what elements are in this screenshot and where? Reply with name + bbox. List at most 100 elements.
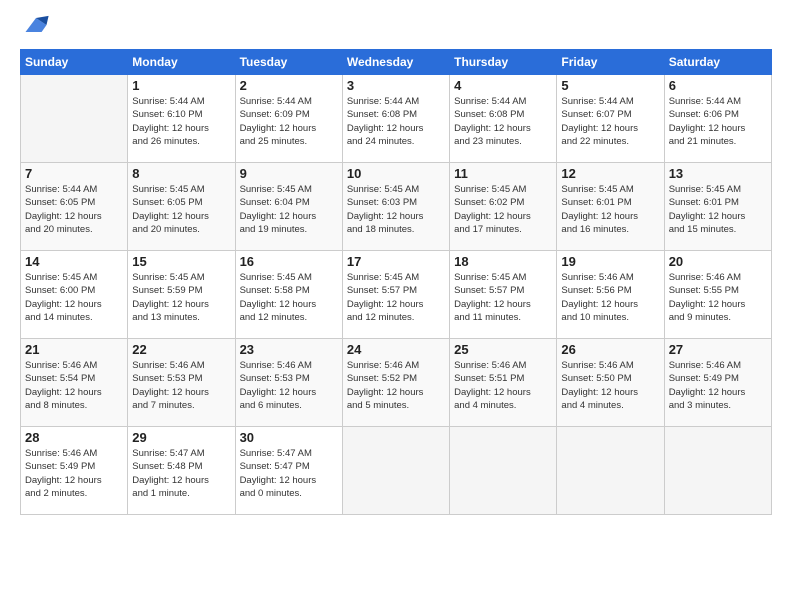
weekday-header-row: SundayMondayTuesdayWednesdayThursdayFrid… bbox=[21, 50, 772, 75]
day-number: 11 bbox=[454, 166, 552, 181]
page-container: SundayMondayTuesdayWednesdayThursdayFrid… bbox=[0, 0, 792, 612]
day-info: Sunrise: 5:46 AM Sunset: 5:54 PM Dayligh… bbox=[25, 359, 123, 412]
day-number: 10 bbox=[347, 166, 445, 181]
calendar-cell: 22 Sunrise: 5:46 AM Sunset: 5:53 PM Dayli… bbox=[128, 339, 235, 427]
calendar-cell: 9 Sunrise: 5:45 AM Sunset: 6:04 PM Daylig… bbox=[235, 163, 342, 251]
day-number: 1 bbox=[132, 78, 230, 93]
day-info: Sunrise: 5:45 AM Sunset: 6:01 PM Dayligh… bbox=[561, 183, 659, 236]
calendar-cell: 12 Sunrise: 5:45 AM Sunset: 6:01 PM Dayli… bbox=[557, 163, 664, 251]
calendar-cell: 24Sunrise: 5:46 AM Sunset: 5:52 PM Dayli… bbox=[342, 339, 449, 427]
day-number: 21 bbox=[25, 342, 123, 357]
calendar-cell: 5 Sunrise: 5:44 AM Sunset: 6:07 PM Daylig… bbox=[557, 75, 664, 163]
calendar-week-3: 14 Sunrise: 5:45 AM Sunset: 6:00 PM Dayli… bbox=[21, 251, 772, 339]
calendar-cell: 4 Sunrise: 5:44 AM Sunset: 6:08 PM Daylig… bbox=[450, 75, 557, 163]
calendar-cell bbox=[557, 427, 664, 515]
day-number: 4 bbox=[454, 78, 552, 93]
day-info: Sunrise: 5:45 AM Sunset: 6:02 PM Dayligh… bbox=[454, 183, 552, 236]
calendar-cell: 30 Sunrise: 5:47 AM Sunset: 5:47 PM Dayli… bbox=[235, 427, 342, 515]
day-info: Sunrise: 5:46 AM Sunset: 5:51 PM Dayligh… bbox=[454, 359, 552, 412]
day-info: Sunrise: 5:47 AM Sunset: 5:47 PM Dayligh… bbox=[240, 447, 338, 500]
day-info: Sunrise: 5:46 AM Sunset: 5:50 PM Dayligh… bbox=[561, 359, 659, 412]
calendar-cell: 13 Sunrise: 5:45 AM Sunset: 6:01 PM Dayli… bbox=[664, 163, 771, 251]
calendar-cell bbox=[664, 427, 771, 515]
day-number: 20 bbox=[669, 254, 767, 269]
day-info: Sunrise: 5:46 AM Sunset: 5:53 PM Dayligh… bbox=[132, 359, 230, 412]
calendar-cell bbox=[342, 427, 449, 515]
day-number: 6 bbox=[669, 78, 767, 93]
calendar-cell: 8Sunrise: 5:45 AM Sunset: 6:05 PM Daylig… bbox=[128, 163, 235, 251]
day-info: Sunrise: 5:44 AM Sunset: 6:08 PM Dayligh… bbox=[347, 95, 445, 148]
day-info: Sunrise: 5:47 AM Sunset: 5:48 PM Dayligh… bbox=[132, 447, 230, 500]
calendar-cell: 19 Sunrise: 5:46 AM Sunset: 5:56 PM Dayli… bbox=[557, 251, 664, 339]
day-number: 13 bbox=[669, 166, 767, 181]
day-info: Sunrise: 5:46 AM Sunset: 5:55 PM Dayligh… bbox=[669, 271, 767, 324]
day-number: 14 bbox=[25, 254, 123, 269]
calendar-cell: 17 Sunrise: 5:45 AM Sunset: 5:57 PM Dayli… bbox=[342, 251, 449, 339]
day-info: Sunrise: 5:45 AM Sunset: 5:59 PM Dayligh… bbox=[132, 271, 230, 324]
calendar-cell bbox=[21, 75, 128, 163]
day-number: 25 bbox=[454, 342, 552, 357]
day-info: Sunrise: 5:45 AM Sunset: 5:57 PM Dayligh… bbox=[454, 271, 552, 324]
day-number: 5 bbox=[561, 78, 659, 93]
calendar-cell: 7 Sunrise: 5:44 AM Sunset: 6:05 PM Daylig… bbox=[21, 163, 128, 251]
day-number: 19 bbox=[561, 254, 659, 269]
day-number: 26 bbox=[561, 342, 659, 357]
day-number: 29 bbox=[132, 430, 230, 445]
calendar-cell: 21 Sunrise: 5:46 AM Sunset: 5:54 PM Dayli… bbox=[21, 339, 128, 427]
day-number: 27 bbox=[669, 342, 767, 357]
calendar-week-5: 28 Sunrise: 5:46 AM Sunset: 5:49 PM Dayli… bbox=[21, 427, 772, 515]
day-number: 24 bbox=[347, 342, 445, 357]
day-number: 30 bbox=[240, 430, 338, 445]
day-info: Sunrise: 5:45 AM Sunset: 5:57 PM Dayligh… bbox=[347, 271, 445, 324]
day-number: 7 bbox=[25, 166, 123, 181]
day-number: 12 bbox=[561, 166, 659, 181]
day-info: Sunrise: 5:45 AM Sunset: 6:01 PM Dayligh… bbox=[669, 183, 767, 236]
logo-icon bbox=[22, 11, 50, 39]
calendar-cell: 2Sunrise: 5:44 AM Sunset: 6:09 PM Daylig… bbox=[235, 75, 342, 163]
day-number: 22 bbox=[132, 342, 230, 357]
day-info: Sunrise: 5:45 AM Sunset: 6:03 PM Dayligh… bbox=[347, 183, 445, 236]
calendar-cell: 11 Sunrise: 5:45 AM Sunset: 6:02 PM Dayli… bbox=[450, 163, 557, 251]
calendar-week-1: 1Sunrise: 5:44 AM Sunset: 6:10 PM Daylig… bbox=[21, 75, 772, 163]
day-number: 9 bbox=[240, 166, 338, 181]
calendar-week-4: 21 Sunrise: 5:46 AM Sunset: 5:54 PM Dayli… bbox=[21, 339, 772, 427]
day-info: Sunrise: 5:44 AM Sunset: 6:07 PM Dayligh… bbox=[561, 95, 659, 148]
calendar-cell: 26 Sunrise: 5:46 AM Sunset: 5:50 PM Dayli… bbox=[557, 339, 664, 427]
calendar-cell: 6 Sunrise: 5:44 AM Sunset: 6:06 PM Daylig… bbox=[664, 75, 771, 163]
day-info: Sunrise: 5:46 AM Sunset: 5:53 PM Dayligh… bbox=[240, 359, 338, 412]
calendar-cell bbox=[450, 427, 557, 515]
calendar-cell: 10 Sunrise: 5:45 AM Sunset: 6:03 PM Dayli… bbox=[342, 163, 449, 251]
day-info: Sunrise: 5:45 AM Sunset: 5:58 PM Dayligh… bbox=[240, 271, 338, 324]
calendar-cell: 14 Sunrise: 5:45 AM Sunset: 6:00 PM Dayli… bbox=[21, 251, 128, 339]
day-number: 3 bbox=[347, 78, 445, 93]
day-number: 15 bbox=[132, 254, 230, 269]
day-info: Sunrise: 5:46 AM Sunset: 5:56 PM Dayligh… bbox=[561, 271, 659, 324]
page-header bbox=[20, 15, 772, 39]
calendar-cell: 1Sunrise: 5:44 AM Sunset: 6:10 PM Daylig… bbox=[128, 75, 235, 163]
day-info: Sunrise: 5:44 AM Sunset: 6:08 PM Dayligh… bbox=[454, 95, 552, 148]
calendar-cell: 27Sunrise: 5:46 AM Sunset: 5:49 PM Dayli… bbox=[664, 339, 771, 427]
day-number: 28 bbox=[25, 430, 123, 445]
calendar-cell: 25 Sunrise: 5:46 AM Sunset: 5:51 PM Dayli… bbox=[450, 339, 557, 427]
day-number: 17 bbox=[347, 254, 445, 269]
day-number: 16 bbox=[240, 254, 338, 269]
weekday-header-sunday: Sunday bbox=[21, 50, 128, 75]
day-info: Sunrise: 5:45 AM Sunset: 6:05 PM Dayligh… bbox=[132, 183, 230, 236]
calendar-table: SundayMondayTuesdayWednesdayThursdayFrid… bbox=[20, 49, 772, 515]
day-info: Sunrise: 5:45 AM Sunset: 6:04 PM Dayligh… bbox=[240, 183, 338, 236]
weekday-header-monday: Monday bbox=[128, 50, 235, 75]
calendar-cell: 29 Sunrise: 5:47 AM Sunset: 5:48 PM Dayli… bbox=[128, 427, 235, 515]
weekday-header-thursday: Thursday bbox=[450, 50, 557, 75]
day-number: 2 bbox=[240, 78, 338, 93]
weekday-header-friday: Friday bbox=[557, 50, 664, 75]
weekday-header-tuesday: Tuesday bbox=[235, 50, 342, 75]
logo bbox=[20, 15, 50, 39]
calendar-cell: 3 Sunrise: 5:44 AM Sunset: 6:08 PM Daylig… bbox=[342, 75, 449, 163]
calendar-week-2: 7 Sunrise: 5:44 AM Sunset: 6:05 PM Daylig… bbox=[21, 163, 772, 251]
day-info: Sunrise: 5:44 AM Sunset: 6:06 PM Dayligh… bbox=[669, 95, 767, 148]
calendar-cell: 15 Sunrise: 5:45 AM Sunset: 5:59 PM Dayli… bbox=[128, 251, 235, 339]
day-info: Sunrise: 5:46 AM Sunset: 5:49 PM Dayligh… bbox=[25, 447, 123, 500]
weekday-header-wednesday: Wednesday bbox=[342, 50, 449, 75]
day-info: Sunrise: 5:45 AM Sunset: 6:00 PM Dayligh… bbox=[25, 271, 123, 324]
day-info: Sunrise: 5:44 AM Sunset: 6:05 PM Dayligh… bbox=[25, 183, 123, 236]
